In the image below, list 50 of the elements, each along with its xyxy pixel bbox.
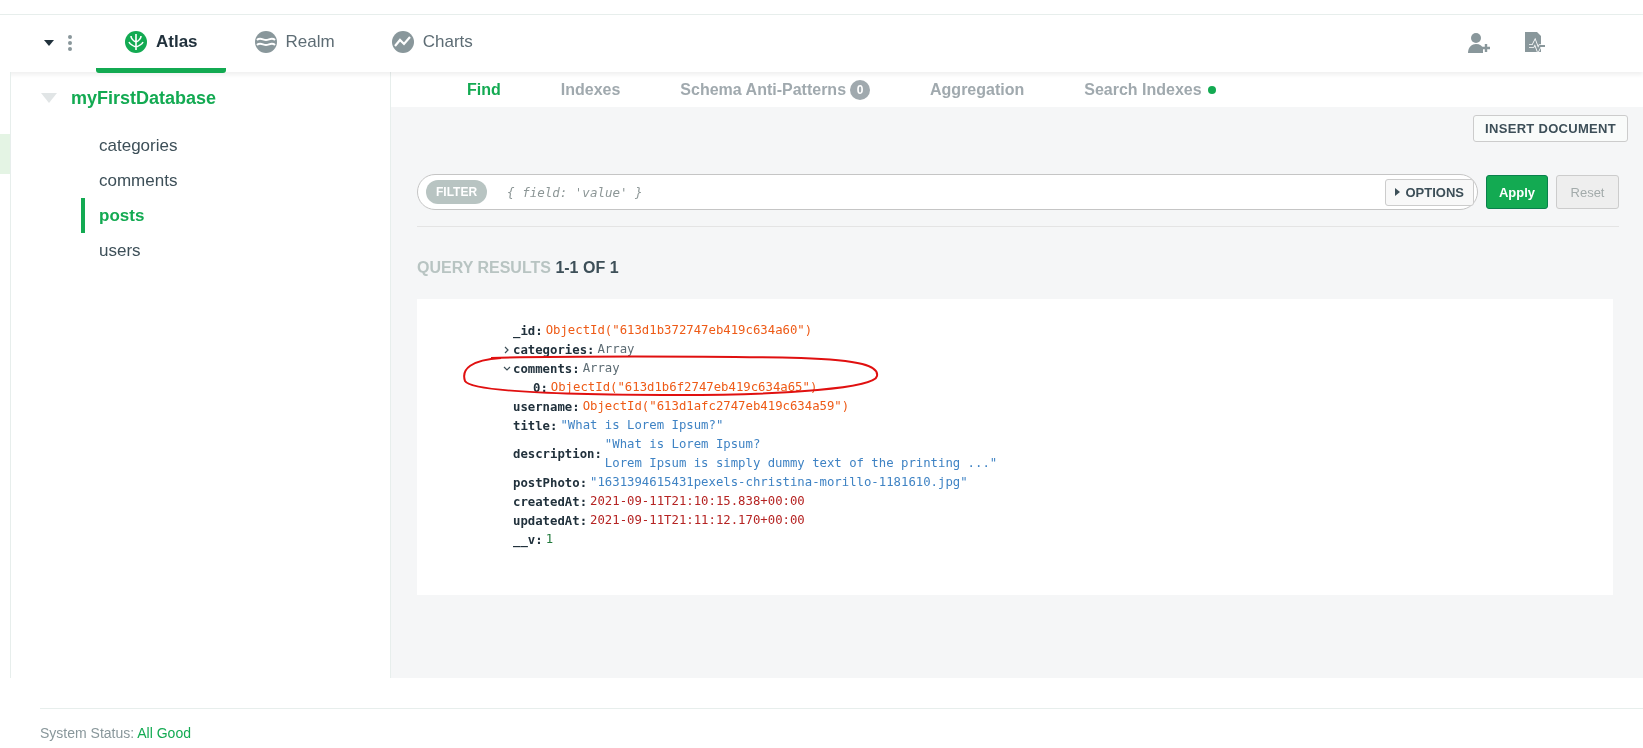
field-value: ObjectId("613d1b6f2747eb419c634a65") xyxy=(550,379,818,396)
collection-tab[interactable]: Schema Anti-Patterns 0 xyxy=(650,72,901,107)
field-value: "1631394615431pexels-christina-morillo-1181610.jpg" xyxy=(590,474,968,491)
collection-tab[interactable]: Aggregation xyxy=(900,72,1055,107)
results-count: 1-1 OF 1 xyxy=(555,259,619,276)
field-value: 2021-09-11T21:11:12.170+00:00 xyxy=(590,512,805,529)
field-key: description: xyxy=(513,447,602,461)
field-key: __v: xyxy=(513,532,543,547)
leaf-icon xyxy=(124,30,148,54)
database-name[interactable]: myFirstDatabase xyxy=(71,87,217,109)
collection-item[interactable]: users xyxy=(81,233,141,268)
field-key: postPhoto: xyxy=(513,475,588,490)
waves-icon xyxy=(253,30,278,54)
add-user-icon xyxy=(1467,31,1491,55)
field-value: 2021-09-11T21:10:15.838+00:00 xyxy=(590,493,805,510)
status-value[interactable]: All Good xyxy=(137,725,191,741)
status-label: System Status: xyxy=(40,725,136,741)
caret-right-icon xyxy=(1395,188,1401,196)
field-key: categories: xyxy=(513,342,595,357)
field-value: Array xyxy=(582,360,620,377)
field-key: title: xyxy=(513,418,558,433)
field-key: username: xyxy=(513,399,580,414)
options-button[interactable]: OPTIONS xyxy=(1385,178,1474,206)
collection-item[interactable]: comments xyxy=(81,163,178,198)
product-tab[interactable]: Atlas xyxy=(96,16,226,73)
field-key: updatedAt: xyxy=(513,513,588,528)
collection-item[interactable]: posts xyxy=(81,198,145,233)
product-tab[interactable]: Charts xyxy=(362,16,501,73)
filter-field[interactable]: FILTER { field: 'value' } OPTIONS xyxy=(417,174,1478,210)
more-vertical-icon xyxy=(68,35,72,51)
apply-button[interactable]: Apply xyxy=(1486,175,1548,209)
collection-tab[interactable]: Find xyxy=(437,72,531,107)
insert-document-button[interactable]: INSERT DOCUMENT xyxy=(1473,115,1628,142)
field-value: "What is Lorem Ipsum?" xyxy=(560,417,724,434)
field-key: 0: xyxy=(533,380,548,395)
field-value: Array xyxy=(597,341,635,358)
field-key: createdAt: xyxy=(513,494,588,509)
collection-tab[interactable]: Search Indexes xyxy=(1054,72,1246,107)
collection-tab[interactable]: Indexes xyxy=(530,72,651,107)
count-badge: 0 xyxy=(850,79,871,100)
field-value: ObjectId("613d1afc2747eb419c634a59") xyxy=(582,398,850,415)
field-value: ObjectId("613d1b372747eb419c634a60") xyxy=(545,322,813,339)
field-key: comments: xyxy=(513,361,580,376)
caret-down-icon xyxy=(44,40,54,46)
field-key: _id: xyxy=(513,323,543,338)
results-label: QUERY RESULTS xyxy=(417,259,552,276)
field-value: "What is Lorem Ipsum? Lorem Ipsum is simply dummy text of the printing ..." xyxy=(604,436,998,472)
collection-item[interactable]: categories xyxy=(81,128,178,163)
product-tab[interactable]: Realm xyxy=(225,16,363,73)
field-value: 1 xyxy=(545,531,554,548)
